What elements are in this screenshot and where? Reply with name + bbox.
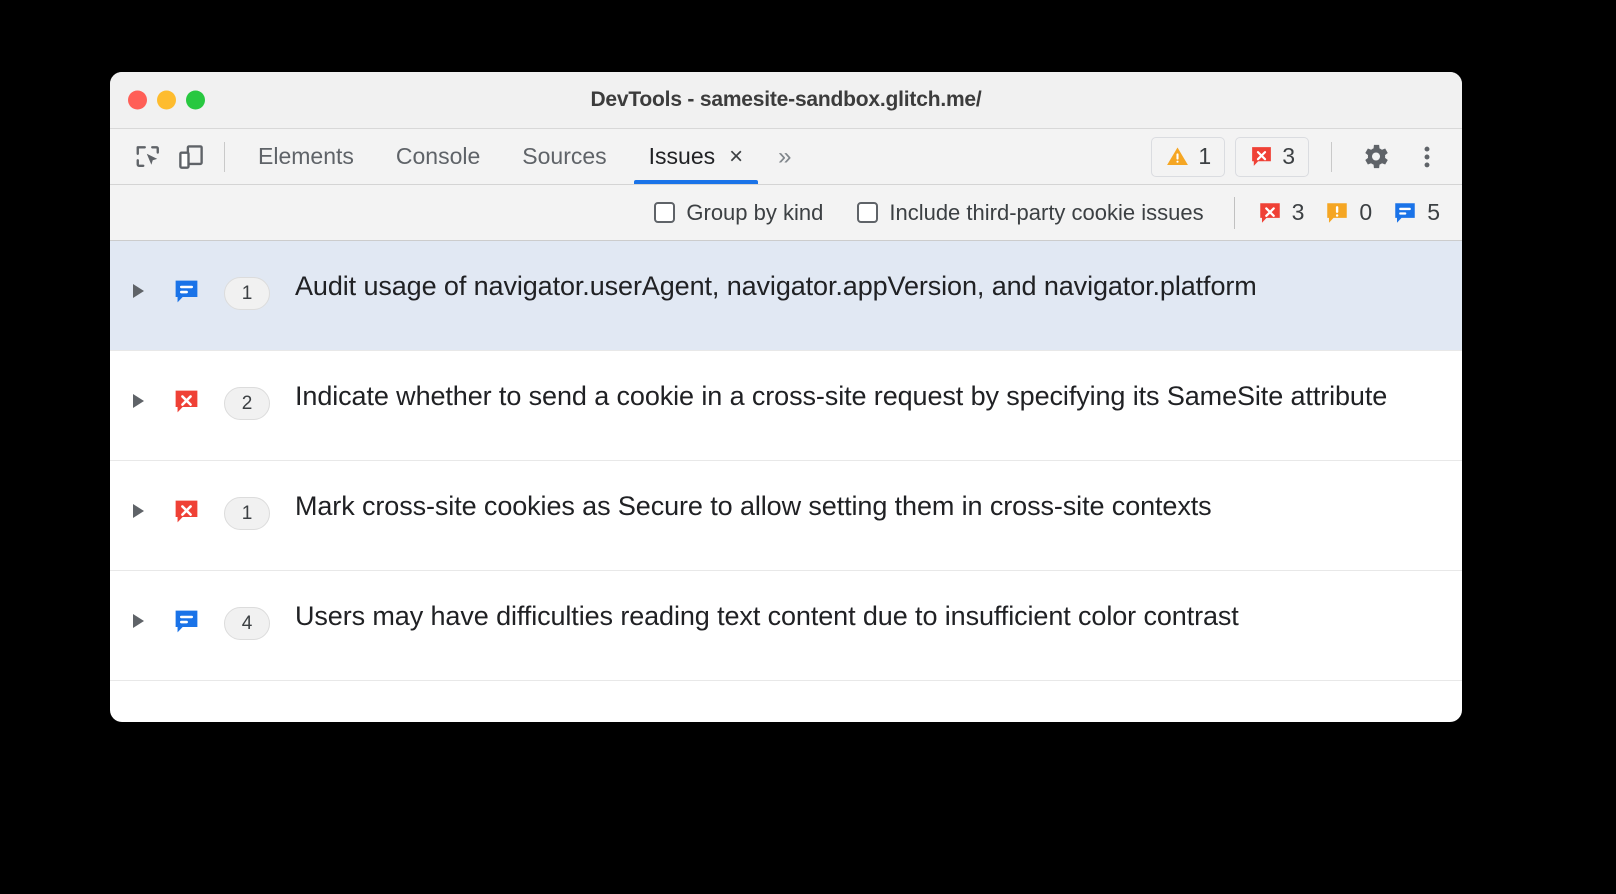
devtools-tabbar: Elements Console Sources Issues × » 1 3 bbox=[110, 129, 1462, 185]
expand-toggle[interactable] bbox=[110, 597, 166, 628]
issue-count-badge: 1 bbox=[224, 277, 270, 310]
checkbox-unchecked-icon[interactable] bbox=[654, 202, 676, 223]
severity-info-count[interactable]: 5 bbox=[1392, 199, 1440, 226]
issues-list: 1 Audit usage of navigator.userAgent, na… bbox=[110, 241, 1462, 681]
expand-toggle[interactable] bbox=[110, 267, 166, 298]
error-bubble-icon bbox=[1259, 202, 1280, 223]
severity-warning-count[interactable]: 0 bbox=[1324, 199, 1372, 226]
devtools-window: DevTools - samesite-sandbox.glitch.me/ E… bbox=[110, 72, 1462, 722]
device-toolbar-button[interactable] bbox=[170, 136, 212, 178]
warning-triangle-icon bbox=[1167, 147, 1189, 166]
severity-error-label: 3 bbox=[1291, 199, 1305, 225]
warning-count-button[interactable]: 1 bbox=[1151, 136, 1226, 177]
severity-warning-label: 0 bbox=[1359, 199, 1373, 225]
device-toolbar-icon bbox=[179, 144, 203, 169]
window-titlebar: DevTools - samesite-sandbox.glitch.me/ bbox=[110, 72, 1462, 129]
tab-elements-label: Elements bbox=[258, 143, 354, 169]
include-third-party-checkbox[interactable]: Include third-party cookie issues bbox=[857, 199, 1204, 226]
chevron-right-icon bbox=[132, 614, 144, 628]
more-vertical-icon bbox=[1424, 146, 1430, 167]
error-bubble-icon bbox=[175, 500, 197, 523]
close-icon[interactable]: × bbox=[729, 144, 743, 169]
tab-elements[interactable]: Elements bbox=[237, 129, 375, 184]
tab-console-label: Console bbox=[395, 143, 481, 169]
table-row[interactable]: 2 Indicate whether to send a cookie in a… bbox=[110, 351, 1462, 461]
chevron-right-icon bbox=[132, 284, 144, 298]
issue-count-badge: 2 bbox=[224, 387, 270, 420]
issue-severity-icon-wrap bbox=[166, 487, 206, 526]
error-bubble-icon bbox=[1252, 147, 1272, 166]
tab-console[interactable]: Console bbox=[375, 129, 501, 184]
warning-count-label: 1 bbox=[1198, 143, 1212, 169]
table-row[interactable]: 1 Mark cross-site cookies as Secure to a… bbox=[110, 461, 1462, 571]
group-by-kind-checkbox[interactable]: Group by kind bbox=[654, 200, 823, 226]
warning-bubble-icon bbox=[1327, 202, 1348, 223]
chevron-right-icon bbox=[132, 504, 144, 518]
table-row[interactable]: 4 Users may have difficulties reading te… bbox=[110, 571, 1462, 681]
error-bubble-icon bbox=[175, 390, 197, 413]
include-third-party-label: Include third-party cookie issues bbox=[889, 199, 1204, 225]
table-row[interactable]: 1 Audit usage of navigator.userAgent, na… bbox=[110, 241, 1462, 351]
minimize-window-button[interactable] bbox=[157, 90, 176, 110]
issue-count-badge: 1 bbox=[224, 497, 270, 530]
chevron-right-icon bbox=[132, 394, 144, 408]
issue-title: Indicate whether to send a cookie in a c… bbox=[295, 381, 1388, 411]
tabbar-right-group: 1 3 bbox=[1151, 136, 1448, 178]
expand-toggle[interactable] bbox=[110, 377, 166, 408]
toolbar-divider bbox=[224, 141, 225, 172]
inspect-element-button[interactable] bbox=[128, 136, 170, 178]
issue-severity-icon-wrap bbox=[166, 267, 206, 306]
issues-filter-bar: Group by kind Include third-party cookie… bbox=[110, 185, 1462, 241]
info-bubble-icon bbox=[175, 610, 197, 633]
group-by-kind-label: Group by kind bbox=[686, 199, 824, 225]
error-count-label: 3 bbox=[1282, 143, 1295, 169]
issue-count-badge: 4 bbox=[224, 607, 270, 640]
close-window-button[interactable] bbox=[128, 90, 147, 110]
settings-button[interactable] bbox=[1354, 136, 1396, 178]
traffic-lights bbox=[128, 90, 205, 110]
severity-error-count[interactable]: 3 bbox=[1257, 199, 1305, 226]
tab-issues[interactable]: Issues × bbox=[628, 129, 765, 184]
screenshot-stage: DevTools - samesite-sandbox.glitch.me/ E… bbox=[0, 0, 1616, 894]
inspect-element-icon bbox=[136, 145, 159, 167]
info-bubble-icon bbox=[1395, 202, 1415, 223]
filter-divider bbox=[1233, 196, 1235, 229]
panel-tabs: Elements Console Sources Issues × » bbox=[237, 129, 806, 184]
more-options-button[interactable] bbox=[1406, 136, 1448, 178]
issue-severity-icon-wrap bbox=[166, 597, 206, 636]
maximize-window-button[interactable] bbox=[186, 90, 205, 110]
tab-sources[interactable]: Sources bbox=[501, 129, 627, 184]
info-bubble-icon bbox=[175, 280, 197, 303]
severity-info-label: 5 bbox=[1427, 199, 1440, 225]
tab-issues-label: Issues bbox=[648, 143, 716, 169]
tab-sources-label: Sources bbox=[522, 143, 607, 169]
issue-severity-icon-wrap bbox=[166, 377, 206, 416]
window-title: DevTools - samesite-sandbox.glitch.me/ bbox=[590, 88, 982, 111]
error-count-button[interactable]: 3 bbox=[1235, 136, 1309, 177]
gear-icon bbox=[1364, 144, 1388, 169]
checkbox-unchecked-icon[interactable] bbox=[857, 202, 879, 223]
severity-counts: 3 0 5 bbox=[1257, 199, 1440, 226]
issue-title: Users may have difficulties reading text… bbox=[295, 601, 1239, 631]
more-tabs-button[interactable]: » bbox=[764, 129, 805, 184]
issue-title: Audit usage of navigator.userAgent, navi… bbox=[295, 271, 1257, 301]
issue-title: Mark cross-site cookies as Secure to all… bbox=[295, 491, 1212, 521]
tabbar-right-divider bbox=[1331, 141, 1332, 172]
expand-toggle[interactable] bbox=[110, 487, 166, 518]
